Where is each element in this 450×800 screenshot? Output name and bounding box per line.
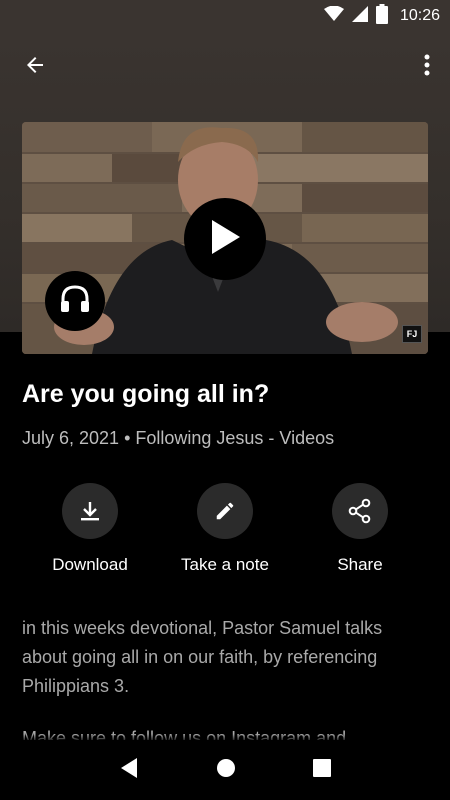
download-button[interactable]: Download: [25, 483, 155, 575]
nav-home-icon[interactable]: [216, 758, 236, 783]
download-icon: [62, 483, 118, 539]
audio-button[interactable]: [45, 271, 105, 331]
share-icon: [332, 483, 388, 539]
arrow-left-icon: [23, 53, 47, 82]
headphones-icon: [60, 284, 90, 318]
pencil-icon: [197, 483, 253, 539]
status-time: 10:26: [399, 7, 440, 24]
navigation-bar: [0, 740, 450, 800]
wifi-icon: [323, 5, 344, 27]
battery-icon: [375, 3, 388, 29]
more-options-button[interactable]: [416, 50, 438, 84]
back-button[interactable]: [18, 50, 52, 84]
nav-back-icon[interactable]: [119, 757, 139, 784]
video-description: in this weeks devotional, Pastor Samuel …: [22, 618, 383, 696]
video-meta: July 6, 2021 • Following Jesus - Videos: [22, 428, 335, 448]
share-label: Share: [337, 555, 383, 574]
play-button[interactable]: [184, 198, 266, 280]
status-bar: 10:26: [0, 0, 450, 32]
take-note-button[interactable]: Take a note: [160, 483, 290, 575]
take-note-label: Take a note: [181, 555, 269, 574]
channel-badge: FJ: [402, 325, 422, 343]
play-icon: [208, 218, 242, 261]
download-label: Download: [52, 555, 128, 574]
nav-recents-icon[interactable]: [313, 758, 332, 782]
share-button[interactable]: Share: [295, 483, 425, 575]
video-title: Are you going all in?: [22, 380, 270, 408]
more-vert-icon: [424, 54, 430, 81]
status-icons: 10:26: [323, 3, 440, 29]
signal-icon: [351, 5, 368, 27]
